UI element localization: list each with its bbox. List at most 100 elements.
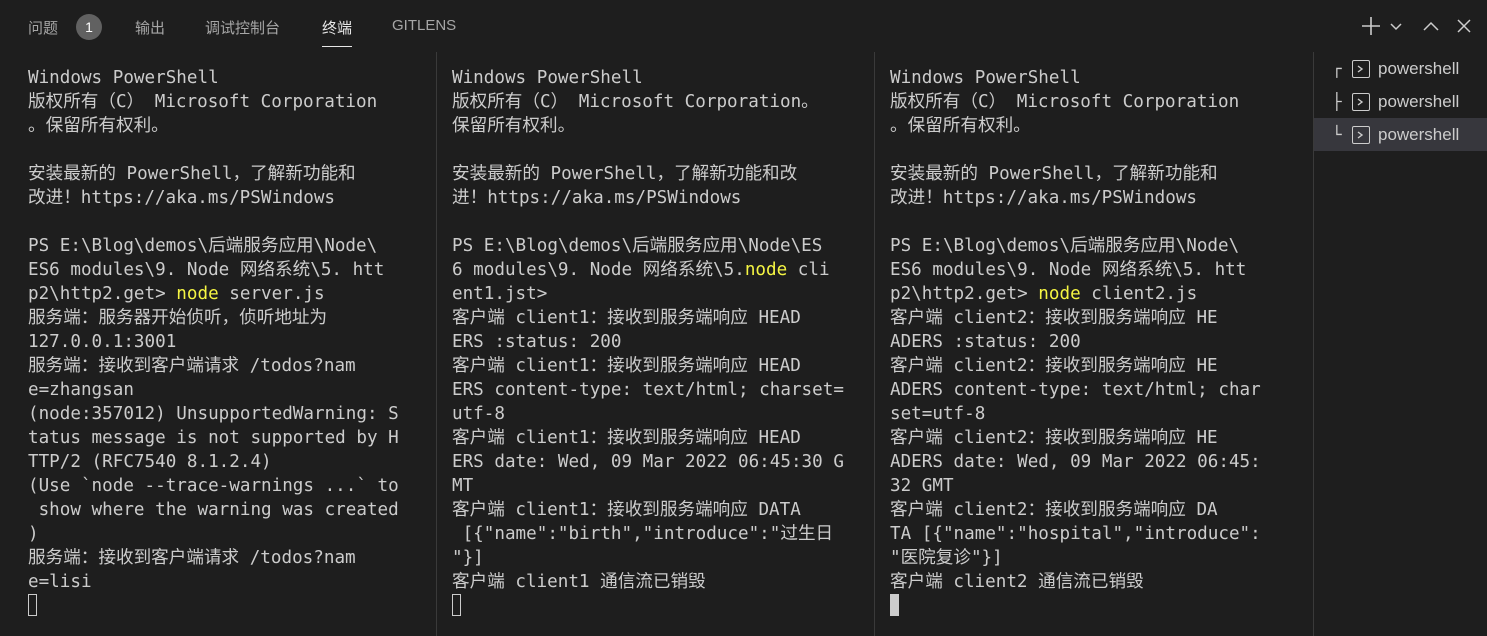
terminal-line: TTP/2 (RFC7540 8.1.2.4) [28, 452, 272, 472]
terminal-line: 。保留所有权利。 [890, 116, 1031, 136]
terminal-line: PS E:\Blog\demos\后端服务应用\Node\ [28, 236, 378, 256]
terminal-line: p2\http2.get> node server.js [28, 284, 325, 304]
terminal-line: 安装最新的 PowerShell，了解新功能和 [28, 164, 356, 184]
terminal-line: ADERS date: Wed, 09 Mar 2022 06:45: [890, 452, 1261, 472]
terminal-line: 进！https://aka.ms/PSWindows [452, 188, 742, 208]
chevron-up-icon [1423, 21, 1439, 31]
terminal-line: ERS content-type: text/html; charset= [452, 380, 844, 400]
terminal-icon [1352, 125, 1370, 144]
terminal-line: PS E:\Blog\demos\后端服务应用\Node\ES [452, 236, 823, 256]
terminal-line: p2\http2.get> node client2.js [890, 284, 1198, 304]
panel-tab-bar: 问题 1 输出 调试控制台 终端 GITLENS [0, 0, 1487, 52]
tab-problems[interactable]: 问题 [28, 17, 58, 38]
terminal-line: 客户端 client1 通信流已销毁 [452, 572, 706, 592]
terminal-line: ent1.jst> [452, 284, 548, 304]
terminal-line: 版权所有（C） Microsoft Corporation [28, 92, 378, 112]
terminal-line: 版权所有（C） Microsoft Corporation [890, 92, 1240, 112]
terminal-line: ) [28, 524, 39, 544]
terminal-line: 客户端 client2 通信流已销毁 [890, 572, 1144, 592]
terminal-output-3: Windows PowerShell 版权所有（C） Microsoft Corp… [890, 66, 1261, 594]
terminal-list-label: powershell [1378, 58, 1460, 78]
tree-connector: ├ [1332, 92, 1342, 111]
plus-icon [1362, 17, 1380, 35]
terminal-line: Windows PowerShell [890, 68, 1081, 88]
terminal-cursor-2 [452, 594, 461, 616]
terminal-line: 客户端 client1：接收到服务端响应 HEAD [452, 356, 801, 376]
terminal-line: "}] [452, 548, 484, 568]
close-panel-button[interactable] [1453, 12, 1475, 40]
terminal-list-label: powershell [1378, 124, 1460, 144]
terminal-line: 服务端：接收到客户端请求 /todos?nam [28, 548, 356, 568]
terminal-line: set=utf-8 [890, 404, 986, 424]
terminal-line: 127.0.0.1:3001 [28, 332, 177, 352]
terminal-line: 客户端 client1：接收到服务端响应 DATA [452, 500, 801, 520]
terminal-line: ERS date: Wed, 09 Mar 2022 06:45:30 G [452, 452, 844, 472]
terminal-line: 安装最新的 PowerShell，了解新功能和改 [452, 164, 798, 184]
tab-gitlens-label: GITLENS [392, 17, 457, 34]
tab-output[interactable]: 输出 [135, 17, 165, 38]
terminal-pane-3[interactable]: Windows PowerShell 版权所有（C） Microsoft Corp… [875, 52, 1313, 636]
terminal-line: 。保留所有权利。 [28, 116, 169, 136]
terminal-line: PS E:\Blog\demos\后端服务应用\Node\ [890, 236, 1240, 256]
terminal-list-label: powershell [1378, 91, 1460, 111]
terminal-line: ERS :status: 200 [452, 332, 622, 352]
tab-terminal-label: 终端 [322, 20, 353, 37]
terminal-line: Windows PowerShell [452, 68, 643, 88]
terminal-line: 改进！https://aka.ms/PSWindows [28, 188, 335, 208]
terminal-output-1: Windows PowerShell 版权所有（C） Microsoft Corp… [28, 66, 399, 594]
terminal-line: 客户端 client2：接收到服务端响应 HE [890, 356, 1218, 376]
terminal-line: 6 modules\9. Node 网络系统\5.node cli [452, 260, 830, 280]
terminal-cursor-1 [28, 594, 37, 616]
terminal-list-item-2[interactable]: ├ powershell [1314, 85, 1487, 118]
terminal-line: 保留所有权利。 [452, 116, 576, 136]
terminal-list-item-3[interactable]: └ powershell [1314, 118, 1487, 151]
terminal-line: 改进！https://aka.ms/PSWindows [890, 188, 1197, 208]
terminal-icon [1352, 59, 1370, 78]
maximize-panel-button[interactable] [1420, 12, 1442, 40]
terminal-line: ADERS :status: 200 [890, 332, 1081, 352]
new-terminal-button[interactable] [1360, 12, 1382, 40]
terminal-line: 客户端 client2：接收到服务端响应 HE [890, 308, 1218, 328]
terminal-line: 客户端 client2：接收到服务端响应 DA [890, 500, 1218, 520]
terminal-list-item-1[interactable]: ┌ powershell [1314, 52, 1487, 85]
terminal-cursor-3 [890, 594, 899, 616]
terminal-pane-2[interactable]: Windows PowerShell 版权所有（C） Microsoft Corp… [437, 52, 874, 636]
terminal-pane-1[interactable]: Windows PowerShell 版权所有（C） Microsoft Corp… [0, 52, 436, 636]
launch-profile-button[interactable] [1388, 12, 1404, 40]
terminal-line: "医院复诊"}] [890, 548, 1003, 568]
terminal-line: 服务端：服务器开始侦听，侦听地址为 [28, 308, 328, 328]
tree-connector: └ [1332, 125, 1342, 144]
terminal-line: e=lisi [28, 572, 92, 592]
terminal-line: (Use `node --trace-warnings ...` to [28, 476, 399, 496]
chevron-down-icon [1390, 23, 1402, 31]
terminal-icon [1352, 92, 1370, 111]
terminal-output-2: Windows PowerShell 版权所有（C） Microsoft Corp… [452, 66, 844, 594]
terminal-line: [{"name":"birth","introduce":"过生日 [452, 524, 834, 544]
terminal-line: 客户端 client2：接收到服务端响应 HE [890, 428, 1218, 448]
tab-debug-console[interactable]: 调试控制台 [205, 17, 280, 38]
terminal-line: MT [452, 476, 474, 496]
terminal-line: ADERS content-type: text/html; char [890, 380, 1261, 400]
terminal-line: show where the warning was created [28, 500, 399, 520]
tab-gitlens[interactable]: GITLENS [392, 17, 456, 34]
terminal-line: TA [{"name":"hospital","introduce": [890, 524, 1261, 544]
tab-debug-console-label: 调试控制台 [205, 20, 281, 37]
terminal-list: ┌ powershell ├ powershell └ powershell [1314, 52, 1487, 636]
terminal-line: e=zhangsan [28, 380, 134, 400]
terminal-line: ES6 modules\9. Node 网络系统\5. htt [890, 260, 1247, 280]
terminal-line: 客户端 client1：接收到服务端响应 HEAD [452, 428, 801, 448]
tab-terminal[interactable]: 终端 [322, 17, 353, 47]
terminal-line: 客户端 client1：接收到服务端响应 HEAD [452, 308, 801, 328]
terminal-line: utf-8 [452, 404, 505, 424]
terminal-line: tatus message is not supported by H [28, 428, 399, 448]
terminal-line: 32 GMT [890, 476, 954, 496]
terminal-line: 服务端：接收到客户端请求 /todos?nam [28, 356, 356, 376]
tree-connector: ┌ [1332, 59, 1342, 78]
terminal-line: ES6 modules\9. Node 网络系统\5. htt [28, 260, 385, 280]
